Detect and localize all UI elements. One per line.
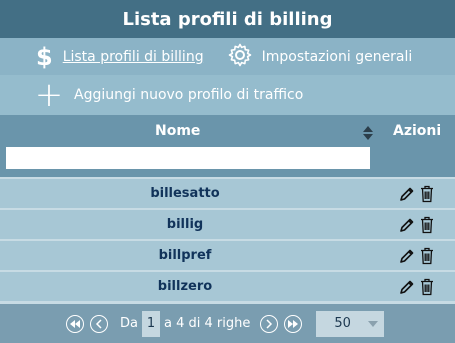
- dollar-icon: $: [36, 42, 53, 71]
- pager-prefix: Da: [120, 316, 138, 331]
- delete-trash-icon[interactable]: [418, 215, 436, 235]
- delete-trash-icon[interactable]: [418, 277, 436, 297]
- last-page-button[interactable]: [284, 314, 303, 333]
- page-size-value: 50: [334, 316, 351, 331]
- gear-icon: [228, 43, 252, 71]
- current-page[interactable]: 1: [141, 310, 160, 337]
- title-bar: Lista profili di billing: [0, 0, 455, 38]
- row-actions: [398, 184, 436, 204]
- column-header-actions: Azioni: [393, 123, 442, 139]
- name-filter-input[interactable]: [6, 147, 370, 169]
- profile-name[interactable]: billesatto: [0, 186, 370, 201]
- add-profile-bar[interactable]: + Aggiungi nuovo profilo di traffico: [0, 75, 455, 115]
- table-body: billesatto billig billpref billzero: [0, 177, 455, 301]
- page-size-select[interactable]: 50: [316, 310, 385, 337]
- profiles-link[interactable]: Lista profili di billing: [63, 49, 204, 65]
- table-row: billesatto: [0, 179, 455, 208]
- delete-trash-icon[interactable]: [418, 246, 436, 266]
- row-actions: [398, 277, 436, 297]
- add-profile-link[interactable]: Aggiungi nuovo profilo di traffico: [74, 87, 303, 103]
- profile-name[interactable]: billpref: [0, 248, 370, 263]
- pager-summary: a 4 di 4 righe: [163, 316, 251, 331]
- row-actions: [398, 246, 436, 266]
- nav-bar: $ Lista profili di billing Impostazioni …: [0, 38, 455, 75]
- chevron-down-icon: [368, 320, 379, 327]
- delete-trash-icon[interactable]: [418, 184, 436, 204]
- table-row: billpref: [0, 241, 455, 270]
- settings-link[interactable]: Impostazioni generali: [262, 49, 413, 65]
- page: Lista profili di billing $ Lista profili…: [0, 0, 455, 343]
- sort-icon[interactable]: [363, 125, 373, 140]
- edit-pencil-icon[interactable]: [398, 215, 416, 235]
- profile-name[interactable]: billig: [0, 217, 370, 232]
- edit-pencil-icon[interactable]: [398, 277, 416, 297]
- nav-profiles[interactable]: $ Lista profili di billing: [36, 45, 204, 69]
- row-actions: [398, 215, 436, 235]
- page-title: Lista profili di billing: [122, 8, 333, 30]
- edit-pencil-icon[interactable]: [398, 246, 416, 266]
- table-row: billzero: [0, 272, 455, 301]
- next-page-button[interactable]: [260, 314, 279, 333]
- edit-pencil-icon[interactable]: [398, 184, 416, 204]
- prev-page-button[interactable]: [90, 314, 108, 333]
- nav-settings[interactable]: Impostazioni generali: [228, 43, 413, 71]
- column-header-name[interactable]: Nome: [155, 123, 200, 139]
- table-row: billig: [0, 210, 455, 239]
- profile-name[interactable]: billzero: [0, 279, 370, 294]
- table-header: Nome Azioni: [0, 115, 455, 177]
- pagination-bar: Da 1 a 4 di 4 righe 50: [0, 304, 455, 343]
- plus-icon: +: [34, 75, 64, 115]
- first-page-button[interactable]: [66, 314, 84, 333]
